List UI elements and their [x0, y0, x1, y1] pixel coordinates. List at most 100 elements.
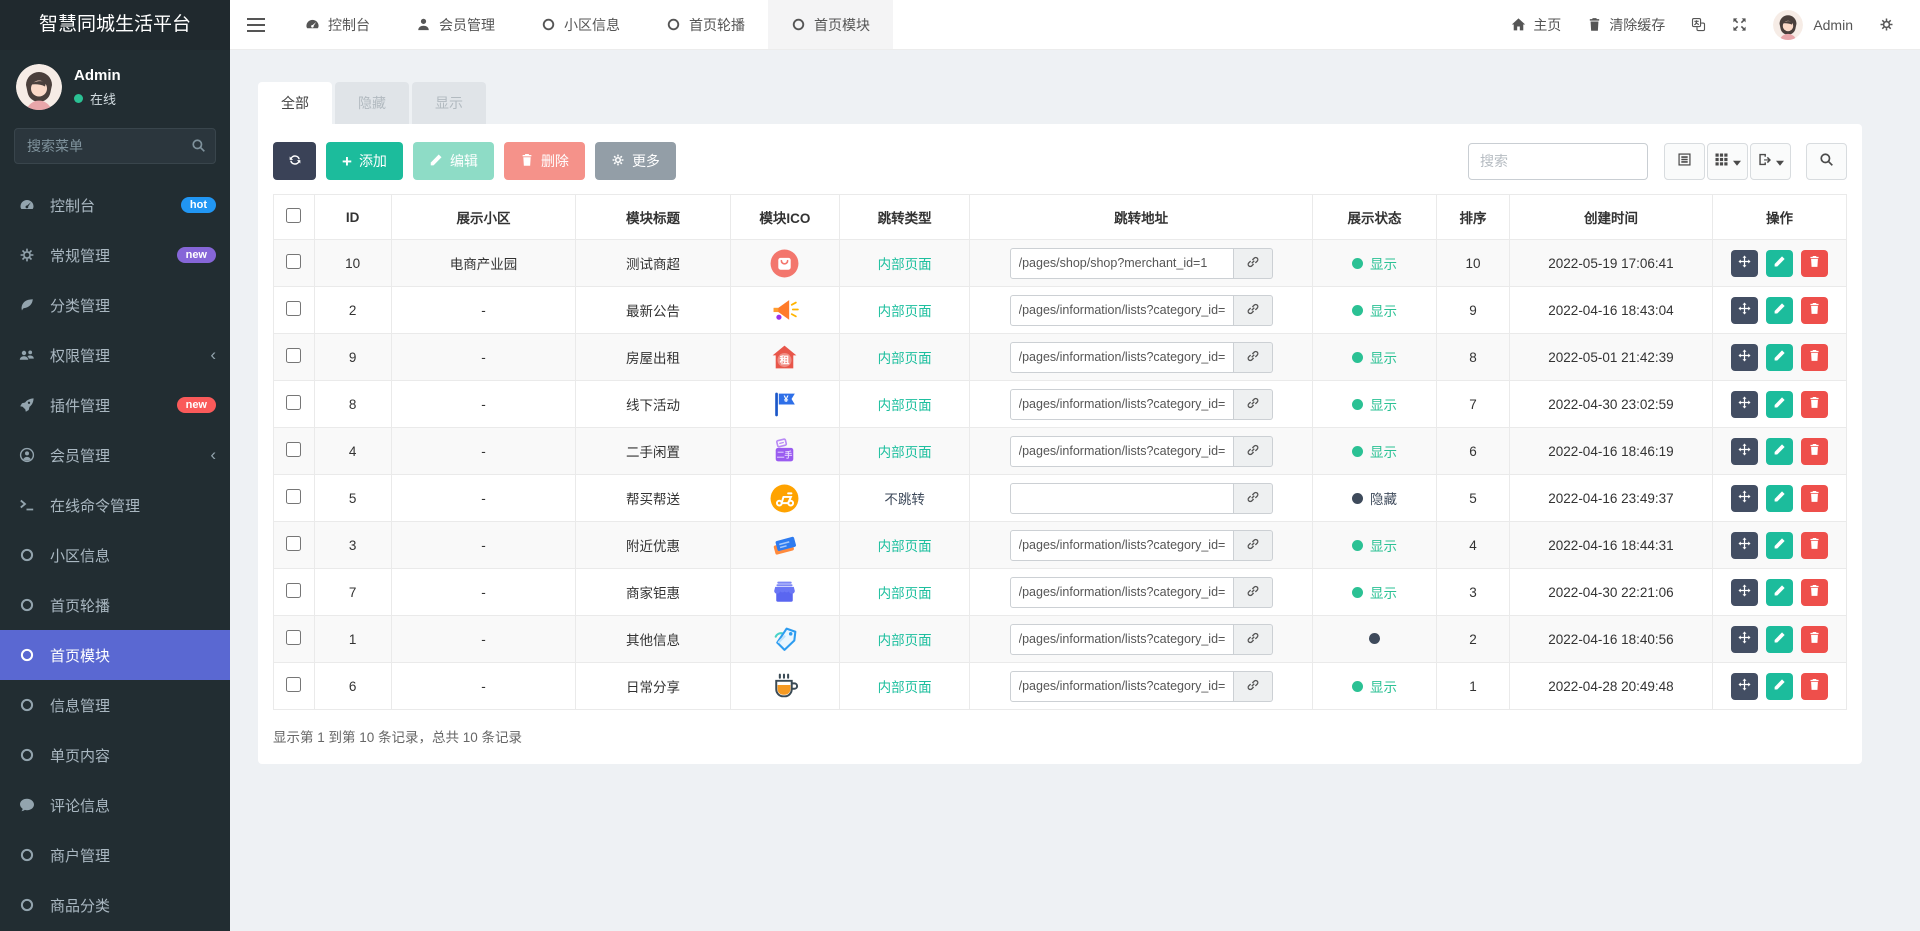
delete-row-button[interactable]: [1800, 390, 1828, 418]
link-button[interactable]: [1233, 623, 1273, 655]
delete-row-button[interactable]: [1800, 343, 1828, 371]
sidebar-search-input[interactable]: [14, 128, 216, 164]
export-button[interactable]: [1750, 142, 1791, 180]
sidebar-item-category[interactable]: 分类管理: [0, 280, 230, 330]
sidebar-item-member[interactable]: 会员管理 ‹: [0, 430, 230, 480]
sidebar-item-permission[interactable]: 权限管理 ‹: [0, 330, 230, 380]
sidebar-item-home-module[interactable]: 首页模块: [0, 630, 230, 680]
select-all-checkbox[interactable]: [286, 208, 302, 223]
sidebar-item-single-page[interactable]: 单页内容: [0, 730, 230, 780]
tab-member[interactable]: 会员管理: [393, 0, 518, 49]
edit-row-button[interactable]: [1765, 672, 1793, 700]
language-icon[interactable]: [1691, 17, 1706, 32]
delete-row-button[interactable]: [1800, 578, 1828, 606]
add-button[interactable]: + 添加: [326, 142, 403, 180]
edit-button[interactable]: 编辑: [412, 142, 494, 180]
delete-row-button[interactable]: [1800, 625, 1828, 653]
sidebar-item-info-manage[interactable]: 信息管理: [0, 680, 230, 730]
edit-row-button[interactable]: [1765, 625, 1793, 653]
delete-button[interactable]: 删除: [503, 142, 585, 180]
move-row-button[interactable]: [1731, 296, 1759, 324]
link-button[interactable]: [1233, 670, 1273, 702]
sidebar-item-home-carousel[interactable]: 首页轮播: [0, 580, 230, 630]
sidebar-item-comments[interactable]: 评论信息: [0, 780, 230, 830]
link-button[interactable]: [1233, 247, 1273, 279]
delete-row-button[interactable]: [1800, 437, 1828, 465]
row-checkbox[interactable]: [286, 442, 302, 457]
refresh-button[interactable]: [273, 142, 316, 180]
link-button[interactable]: [1233, 341, 1273, 373]
delete-row-button[interactable]: [1800, 531, 1828, 559]
jump-url-input[interactable]: [1009, 482, 1234, 514]
row-checkbox[interactable]: [286, 583, 302, 598]
sidebar-item-plugin[interactable]: 插件管理 new: [0, 380, 230, 430]
edit-row-button[interactable]: [1765, 437, 1793, 465]
sidebar-item-goods-category[interactable]: 商品分类: [0, 880, 230, 930]
jump-url-input[interactable]: [1009, 388, 1234, 420]
row-checkbox[interactable]: [286, 677, 302, 692]
delete-row-button[interactable]: [1800, 249, 1828, 277]
navbar-user-avatar[interactable]: [1773, 9, 1804, 40]
jump-url-input[interactable]: [1009, 670, 1234, 702]
move-row-button[interactable]: [1731, 672, 1759, 700]
row-checkbox[interactable]: [286, 489, 302, 504]
link-button[interactable]: [1233, 529, 1273, 561]
home-link[interactable]: 主页: [1511, 15, 1561, 35]
tab-console[interactable]: 控制台: [282, 0, 393, 49]
user-avatar[interactable]: [16, 64, 62, 110]
filter-tab-1[interactable]: 隐藏: [335, 82, 409, 124]
jump-url-input[interactable]: [1009, 341, 1234, 373]
move-row-button[interactable]: [1731, 484, 1759, 512]
jump-url-input[interactable]: [1009, 576, 1234, 608]
link-button[interactable]: [1233, 388, 1273, 420]
settings-gears-icon[interactable]: [1879, 17, 1894, 32]
jump-url-input[interactable]: [1009, 294, 1234, 326]
move-row-button[interactable]: [1731, 343, 1759, 371]
edit-row-button[interactable]: [1765, 296, 1793, 324]
link-button[interactable]: [1233, 294, 1273, 326]
move-row-button[interactable]: [1731, 625, 1759, 653]
edit-row-button[interactable]: [1765, 249, 1793, 277]
move-row-button[interactable]: [1731, 531, 1759, 559]
columns-button[interactable]: [1707, 142, 1748, 180]
sidebar-item-console[interactable]: 控制台 hot: [0, 180, 230, 230]
edit-row-button[interactable]: [1765, 390, 1793, 418]
sidebar-item-online-command[interactable]: 在线命令管理: [0, 480, 230, 530]
sidebar-item-merchant[interactable]: 商户管理: [0, 830, 230, 880]
navbar-username[interactable]: Admin: [1813, 17, 1853, 33]
edit-row-button[interactable]: [1765, 484, 1793, 512]
sidebar-item-community-info[interactable]: 小区信息: [0, 530, 230, 580]
search-button[interactable]: [1806, 142, 1847, 180]
tab-home-module[interactable]: 首页模块: [768, 0, 893, 49]
tab-community-info[interactable]: 小区信息: [518, 0, 643, 49]
more-button[interactable]: 更多: [594, 142, 676, 180]
fullscreen-icon[interactable]: [1732, 17, 1747, 32]
row-checkbox[interactable]: [286, 348, 302, 363]
link-button[interactable]: [1233, 435, 1273, 467]
link-button[interactable]: [1233, 482, 1273, 514]
edit-row-button[interactable]: [1765, 531, 1793, 559]
edit-row-button[interactable]: [1765, 343, 1793, 371]
jump-url-input[interactable]: [1009, 623, 1234, 655]
edit-row-button[interactable]: [1765, 578, 1793, 606]
menu-toggle-icon[interactable]: [230, 0, 282, 49]
jump-url-input[interactable]: [1009, 247, 1234, 279]
toggle-view-button[interactable]: [1664, 142, 1705, 180]
row-checkbox[interactable]: [286, 395, 302, 410]
clear-cache-link[interactable]: 清除缓存: [1587, 15, 1665, 35]
move-row-button[interactable]: [1731, 437, 1759, 465]
table-search-input[interactable]: [1468, 142, 1648, 180]
filter-tab-0[interactable]: 全部: [258, 82, 332, 124]
delete-row-button[interactable]: [1800, 672, 1828, 700]
delete-row-button[interactable]: [1800, 484, 1828, 512]
delete-row-button[interactable]: [1800, 296, 1828, 324]
row-checkbox[interactable]: [286, 254, 302, 269]
row-checkbox[interactable]: [286, 301, 302, 316]
jump-url-input[interactable]: [1009, 529, 1234, 561]
row-checkbox[interactable]: [286, 630, 302, 645]
move-row-button[interactable]: [1731, 390, 1759, 418]
sidebar-item-general[interactable]: 常规管理 new: [0, 230, 230, 280]
filter-tab-2[interactable]: 显示: [412, 82, 486, 124]
jump-url-input[interactable]: [1009, 435, 1234, 467]
row-checkbox[interactable]: [286, 536, 302, 551]
